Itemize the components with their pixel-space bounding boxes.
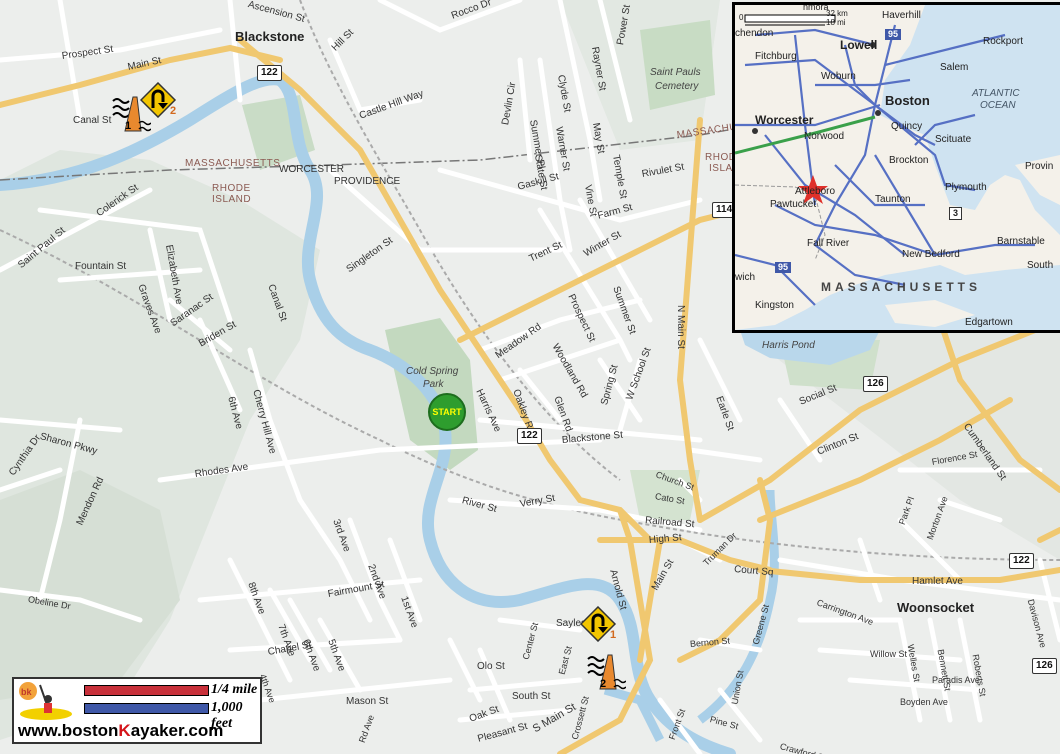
hazard-number: 1 — [125, 120, 131, 132]
scale-bar-mile — [84, 685, 209, 696]
inset-city: Edgartown — [965, 317, 1013, 328]
inset-city: Provin — [1025, 161, 1054, 172]
inset-state-label: MASSACHUSETTS — [821, 280, 982, 294]
inset-city: Lowell — [840, 38, 878, 52]
logo-text: bk — [21, 687, 32, 697]
inset-city-boston: Boston — [885, 93, 930, 108]
route-shield-126: 126 — [1032, 658, 1057, 674]
kayaker-logo-icon: bk — [19, 682, 72, 720]
park-cold-spring-2: Park — [423, 379, 444, 390]
county-worcester: WORCESTER — [279, 164, 344, 175]
route-shield-122: 122 — [257, 65, 282, 81]
inset-city: Barnstable — [997, 236, 1045, 247]
inset-city: South — [1027, 260, 1054, 271]
inset-city: Woburn — [821, 71, 856, 82]
inset-map[interactable]: 0 32 km 18 mi nmora chendon Lowell Haver… — [732, 2, 1060, 333]
street-label: Willow St — [870, 649, 908, 659]
hazard-number: 2 — [600, 678, 606, 690]
inset-city: Fitchburg — [755, 51, 797, 62]
inset-city: New Bedford — [902, 249, 960, 260]
state-label-ri-2: ISLAND — [212, 194, 252, 205]
park-cold-spring-1: Cold Spring — [406, 366, 459, 377]
dam-warning-icon[interactable]: 2 — [586, 653, 626, 691]
inset-city: wich — [735, 272, 756, 283]
state-label-ma: MASSACHUSETTS — [185, 158, 281, 169]
scale-mile-label: 1/4 mile — [211, 682, 258, 697]
street-label: Paradis Ave — [932, 675, 980, 685]
hazard-number: 1 — [610, 629, 616, 641]
u-turn-sign-icon[interactable]: 1 — [580, 606, 620, 642]
inset-city: Haverhill — [882, 10, 921, 21]
website-link[interactable]: www.bostonKayaker.com — [18, 721, 223, 741]
county-providence: PROVIDENCE — [334, 176, 401, 187]
inset-city: Quincy — [891, 121, 923, 132]
cemetery-1: Saint Pauls — [650, 67, 701, 78]
start-marker[interactable]: START — [428, 393, 466, 431]
inset-city: Brockton — [889, 155, 929, 166]
cemetery-2: Cemetery — [655, 81, 699, 92]
inset-city: Pawtucket — [770, 199, 817, 210]
inset-city: Salem — [940, 62, 969, 73]
scale-bar-feet — [84, 703, 209, 714]
interstate-shield-icon: 95 — [775, 262, 792, 273]
interstate-shield-icon: 95 — [885, 29, 902, 40]
town-blackstone: Blackstone — [235, 29, 305, 44]
inset-city: Rockport — [983, 36, 1024, 47]
dam-warning-icon[interactable]: 1 — [111, 95, 151, 133]
inset-city: Plymouth — [945, 182, 987, 193]
street-label: Fountain St — [75, 261, 127, 272]
inset-ocean-1: ATLANTIC — [972, 88, 1020, 99]
cemetery-park — [640, 20, 715, 110]
street-label: Boyden Ave — [900, 697, 948, 707]
street-label: Hamlet Ave — [912, 576, 963, 587]
inset-ocean-2: OCEAN — [980, 100, 1016, 111]
map-canvas[interactable]: Blackstone Woonsocket MASSACHUSETTS RHOD… — [0, 0, 1060, 754]
route-shield-122: 122 — [517, 428, 542, 444]
inset-city: Attleboro — [795, 186, 836, 197]
town-woonsocket: Woonsocket — [897, 600, 975, 615]
inset-city-worcester: Worcester — [755, 113, 814, 127]
inset-scale-mi: 18 mi — [826, 18, 846, 27]
inset-city: Kingston — [755, 300, 794, 311]
inset-city: Taunton — [875, 194, 911, 205]
hazard-number: 2 — [170, 105, 176, 117]
inset-city: Scituate — [935, 134, 972, 145]
route-shield-126: 126 — [863, 376, 888, 392]
inset-city: Fall River — [807, 238, 850, 249]
street-label: Olo St — [477, 661, 505, 672]
route-shield-icon: 3 — [949, 207, 963, 220]
street-label: N Main St — [675, 305, 686, 349]
inset-city: chendon — [735, 28, 774, 39]
inset-scale-zero: 0 — [739, 13, 744, 22]
inset-scale-km: 32 km — [826, 9, 848, 18]
inset-city: nmora — [803, 2, 829, 12]
route-shield-122: 122 — [1009, 553, 1034, 569]
street-label: South St — [512, 691, 551, 702]
inset-city: Norwood — [804, 131, 845, 142]
harris-pond-label: Harris Pond — [762, 340, 815, 351]
street-label: Canal St — [73, 115, 112, 126]
state-label-ri-1: RHODE — [212, 183, 251, 194]
legend-box: bk 1/4 mile 1,000 feet www.bostonKayaker… — [12, 677, 262, 744]
street-label: Mason St — [346, 696, 389, 707]
